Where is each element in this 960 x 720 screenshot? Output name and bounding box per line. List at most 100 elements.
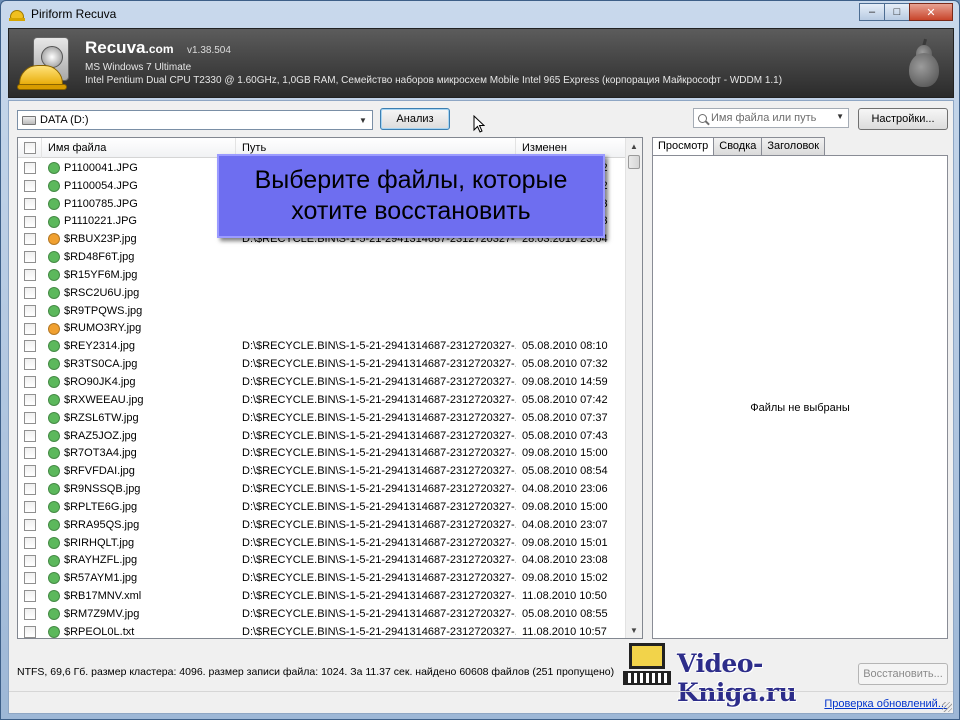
file-name-cell[interactable]: $RPEOL0L.txt [42,625,236,638]
row-checkbox[interactable] [24,376,36,389]
file-name-cell[interactable]: $RFVFDAI.jpg [42,465,236,478]
drive-select[interactable]: DATA (D:) ▼ [17,110,373,130]
tab-1[interactable]: Сводка [713,137,763,155]
file-name-cell[interactable]: $RM7Z9MV.jpg [42,608,236,621]
row-checkbox-cell[interactable] [18,536,42,549]
file-name-cell[interactable]: $RRA95QS.jpg [42,518,236,531]
title-bar[interactable]: Piriform Recuva – □ ✕ [1,1,959,27]
row-checkbox-cell[interactable] [18,447,42,460]
restore-button[interactable]: Восстановить... [858,663,948,685]
table-row[interactable]: $RXWEEAU.jpg D:\$RECYCLE.BIN\S-1-5-21-294… [18,391,626,409]
row-checkbox[interactable] [24,197,36,210]
row-checkbox[interactable] [24,251,36,264]
file-name-cell[interactable]: P1100054.JPG [42,179,236,192]
row-checkbox-cell[interactable] [18,376,42,389]
table-row[interactable]: $RPLTE6G.jpg D:\$RECYCLE.BIN\S-1-5-21-294… [18,498,626,516]
row-checkbox[interactable] [24,483,36,496]
file-name-cell[interactable]: $RAZ5JOZ.jpg [42,429,236,442]
vertical-scrollbar[interactable]: ▲ ▼ [625,138,642,638]
select-all-checkbox[interactable] [24,142,36,155]
row-checkbox-cell[interactable] [18,161,42,174]
row-checkbox[interactable] [24,554,36,567]
row-checkbox-cell[interactable] [18,179,42,192]
row-checkbox[interactable] [24,179,36,192]
file-name-cell[interactable]: $R7OT3A4.jpg [42,447,236,460]
row-checkbox-cell[interactable] [18,518,42,531]
row-checkbox[interactable] [24,518,36,531]
scroll-down-icon[interactable]: ▼ [626,622,642,638]
row-checkbox-cell[interactable] [18,501,42,513]
scan-button[interactable]: Анализ [380,108,450,130]
row-checkbox[interactable] [24,501,36,513]
file-name-cell[interactable]: $RSC2U6U.jpg [42,286,236,299]
table-row[interactable]: $R9TPQWS.jpg [18,302,626,320]
row-checkbox-cell[interactable] [18,429,42,442]
resize-grip-icon[interactable] [942,702,952,712]
file-name-cell[interactable]: $RD48F6T.jpg [42,251,236,264]
file-name-cell[interactable]: $R9TPQWS.jpg [42,304,236,317]
row-checkbox[interactable] [24,215,36,228]
row-checkbox-cell[interactable] [18,197,42,210]
row-checkbox[interactable] [24,340,36,353]
row-checkbox-cell[interactable] [18,554,42,567]
file-name-cell[interactable]: P1110221.JPG [42,215,236,228]
file-name-cell[interactable]: $RUMO3RY.jpg [42,322,236,335]
scroll-up-icon[interactable]: ▲ [626,138,642,154]
maximize-button[interactable]: □ [884,3,910,21]
row-checkbox-cell[interactable] [18,304,42,317]
row-checkbox[interactable] [24,161,36,174]
file-name-cell[interactable]: $RZSL6TW.jpg [42,411,236,424]
row-checkbox-cell[interactable] [18,233,42,246]
file-name-cell[interactable]: $RB17MNV.xml [42,590,236,603]
table-row[interactable]: $RZSL6TW.jpg D:\$RECYCLE.BIN\S-1-5-21-294… [18,409,626,427]
row-checkbox[interactable] [24,322,36,335]
row-checkbox-cell[interactable] [18,358,42,371]
file-name-cell[interactable]: $RXWEEAU.jpg [42,393,236,406]
table-row[interactable]: $RAYHZFL.jpg D:\$RECYCLE.BIN\S-1-5-21-294… [18,552,626,570]
row-checkbox[interactable] [24,447,36,460]
table-row[interactable]: $REY2314.jpg D:\$RECYCLE.BIN\S-1-5-21-294… [18,337,626,355]
row-checkbox-cell[interactable] [18,608,42,621]
chevron-down-icon[interactable]: ▼ [356,113,370,127]
table-row[interactable]: $RB17MNV.xml D:\$RECYCLE.BIN\S-1-5-21-294… [18,587,626,605]
table-row[interactable]: $R9NSSQB.jpg D:\$RECYCLE.BIN\S-1-5-21-294… [18,480,626,498]
row-checkbox-cell[interactable] [18,215,42,228]
row-checkbox-cell[interactable] [18,269,42,282]
tab-0[interactable]: Просмотр [652,137,715,156]
table-row[interactable]: $R15YF6M.jpg [18,266,626,284]
file-name-cell[interactable]: $RBUX23P.jpg [42,233,236,246]
row-checkbox[interactable] [24,572,36,585]
row-checkbox-cell[interactable] [18,411,42,424]
chevron-down-icon[interactable]: ▼ [836,112,844,121]
table-row[interactable]: $R57AYM1.jpg D:\$RECYCLE.BIN\S-1-5-21-294… [18,569,626,587]
select-all-column[interactable] [18,138,42,158]
close-button[interactable]: ✕ [909,3,953,21]
table-row[interactable]: $R7OT3A4.jpg D:\$RECYCLE.BIN\S-1-5-21-294… [18,445,626,463]
row-checkbox[interactable] [24,625,36,638]
row-checkbox[interactable] [24,269,36,282]
file-name-cell[interactable]: $R9NSSQB.jpg [42,483,236,496]
table-row[interactable]: $RM7Z9MV.jpg D:\$RECYCLE.BIN\S-1-5-21-294… [18,605,626,623]
scroll-thumb[interactable] [628,155,640,169]
row-checkbox-cell[interactable] [18,483,42,496]
row-checkbox-cell[interactable] [18,286,42,299]
table-row[interactable]: $R3TS0CA.jpg D:\$RECYCLE.BIN\S-1-5-21-294… [18,355,626,373]
options-button[interactable]: Настройки... [858,108,948,130]
table-row[interactable]: $RIRHQLT.jpg D:\$RECYCLE.BIN\S-1-5-21-294… [18,534,626,552]
table-row[interactable]: $RUMO3RY.jpg [18,320,626,338]
file-name-cell[interactable]: $R57AYM1.jpg [42,572,236,585]
row-checkbox[interactable] [24,465,36,478]
row-checkbox[interactable] [24,393,36,406]
file-name-cell[interactable]: $RAYHZFL.jpg [42,554,236,567]
file-name-cell[interactable]: $RIRHQLT.jpg [42,536,236,549]
tab-2[interactable]: Заголовок [761,137,826,155]
row-checkbox-cell[interactable] [18,590,42,603]
row-checkbox[interactable] [24,590,36,603]
row-checkbox-cell[interactable] [18,322,42,335]
row-checkbox[interactable] [24,536,36,549]
file-name-cell[interactable]: P1100041.JPG [42,161,236,174]
row-checkbox-cell[interactable] [18,340,42,353]
row-checkbox[interactable] [24,411,36,424]
row-checkbox[interactable] [24,286,36,299]
row-checkbox[interactable] [24,358,36,371]
